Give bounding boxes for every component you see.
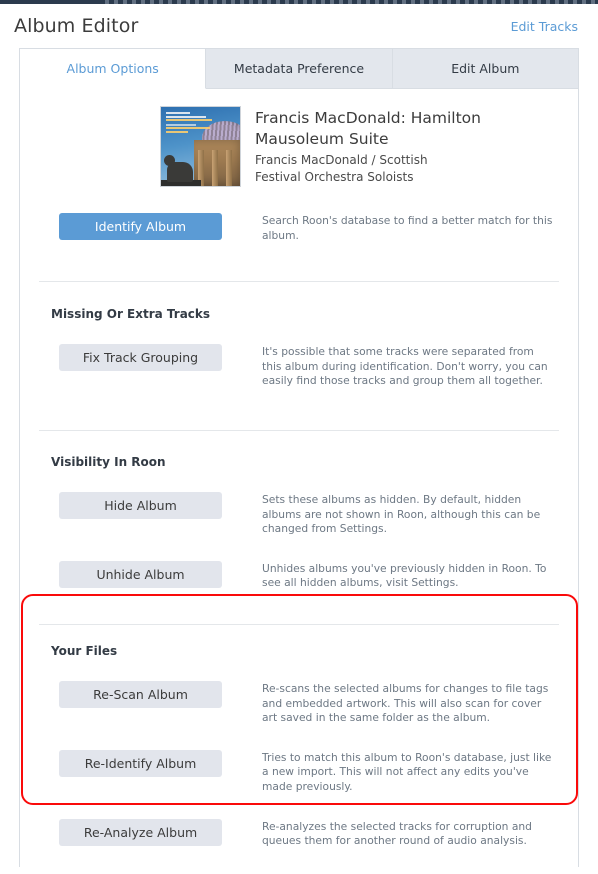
re-analyze-album-description: Re-analyzes the selected tracks for corr… — [262, 819, 532, 848]
re-identify-album-button[interactable]: Re-Identify Album — [59, 749, 222, 777]
section-your-files: Your Files Re-Scan Album Re-scans the se… — [20, 644, 578, 849]
album-summary: Francis MacDonald: Hamilton Mausoleum Su… — [20, 89, 578, 187]
album-title: Francis MacDonald: Hamilton Mausoleum Su… — [255, 109, 481, 148]
hide-album-description: Sets these albums as hidden. By default,… — [262, 492, 541, 536]
cover-column — [226, 150, 232, 186]
re-scan-album-description: Re-scans the selected albums for changes… — [262, 681, 549, 725]
row-re-scan-album: Re-Scan Album Re-scans the selected albu… — [20, 680, 578, 726]
section-missing-or-extra-tracks: Missing Or Extra Tracks Fix Track Groupi… — [20, 307, 578, 389]
cover-column — [212, 150, 218, 186]
album-text-meta: Francis MacDonald: Hamilton Mausoleum Su… — [255, 106, 500, 187]
album-options-content: Francis MacDonald: Hamilton Mausoleum Su… — [20, 89, 578, 867]
section-divider — [39, 281, 559, 283]
edit-tracks-link[interactable]: Edit Tracks — [511, 17, 578, 36]
section-title-visibility-in-roon: Visibility In Roon — [51, 454, 166, 469]
editor-panel: Album Options Metadata Preference Edit A… — [19, 48, 579, 867]
row-fix-track-grouping: Fix Track Grouping It's possible that so… — [20, 344, 578, 389]
section-visibility-in-roon: Visibility In Roon Hide Album Sets these… — [20, 455, 578, 591]
row-identify-album: Identify Album Search Roon's database to… — [20, 213, 578, 243]
section-divider — [39, 623, 559, 625]
album-cover-art — [160, 106, 241, 187]
tab-metadata-preference[interactable]: Metadata Preference — [206, 49, 393, 88]
album-artist: Francis MacDonald / Scottish Festival Or… — [255, 153, 428, 184]
identify-album-description: Search Roon's database to find a better … — [262, 214, 553, 242]
re-scan-album-button[interactable]: Re-Scan Album — [59, 680, 222, 708]
tab-album-options[interactable]: Album Options — [20, 49, 207, 89]
identify-album-button[interactable]: Identify Album — [59, 213, 222, 240]
re-analyze-album-button[interactable]: Re-Analyze Album — [59, 818, 222, 846]
unhide-album-button[interactable]: Unhide Album — [59, 560, 222, 588]
fix-track-grouping-button[interactable]: Fix Track Grouping — [59, 344, 222, 372]
row-re-identify-album: Re-Identify Album Tries to match this al… — [20, 749, 578, 795]
fix-track-grouping-description: It's possible that some tracks were sepa… — [262, 345, 548, 388]
header-bar: Album Editor Edit Tracks — [0, 4, 598, 48]
unhide-album-description: Unhides albums you've previously hidden … — [262, 561, 547, 590]
hide-album-button[interactable]: Hide Album — [59, 491, 222, 519]
section-divider — [39, 429, 559, 431]
row-re-analyze-album: Re-Analyze Album Re-analyzes the selecte… — [20, 818, 578, 849]
section-title-your-files: Your Files — [51, 643, 118, 658]
row-hide-album: Hide Album Sets these albums as hidden. … — [20, 491, 578, 537]
row-unhide-album: Unhide Album Unhides albums you've previ… — [20, 560, 578, 591]
cover-lion-statue — [164, 155, 193, 182]
album-editor-window: Album Editor Edit Tracks Album Options M… — [0, 4, 598, 874]
section-title-missing-or-extra-tracks: Missing Or Extra Tracks — [51, 307, 211, 322]
tab-edit-album[interactable]: Edit Album — [392, 49, 578, 88]
re-identify-album-description: Tries to match this album to Roon's data… — [262, 750, 552, 793]
tab-bar: Album Options Metadata Preference Edit A… — [20, 49, 578, 89]
page-title: Album Editor — [14, 15, 139, 37]
